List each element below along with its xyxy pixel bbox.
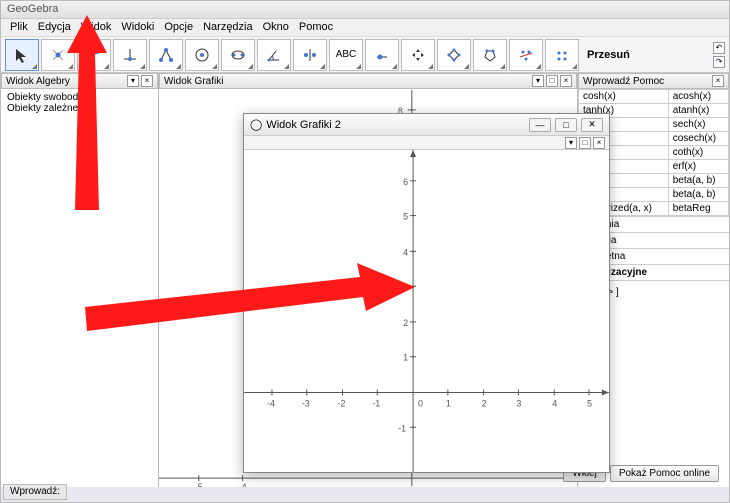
text-icon-label: ABC — [336, 49, 357, 60]
tool-extra1[interactable] — [437, 39, 471, 71]
help-title: Wprowadź Pomoc — [583, 76, 664, 87]
graphics-header: Widok Grafiki ▾□× — [159, 73, 577, 89]
menu-okno[interactable]: Okno — [258, 21, 294, 34]
tool-slider[interactable] — [365, 39, 399, 71]
input-bar[interactable]: Wprowadź: — [3, 484, 67, 500]
help-header: Wprowadź Pomoc × — [578, 73, 729, 89]
tool-extra3[interactable] — [509, 39, 543, 71]
svg-text:-4: -4 — [267, 398, 275, 408]
tool-extra4[interactable] — [545, 39, 579, 71]
menu-narzedzia[interactable]: Narzędzia — [198, 21, 258, 34]
maximize-icon[interactable]: □ — [555, 118, 577, 132]
algebra-menu-icon[interactable]: ▾ — [127, 75, 139, 87]
tool-circle[interactable] — [185, 39, 219, 71]
xtick-m5: -5 — [195, 482, 203, 487]
tool-text[interactable]: ABC — [329, 39, 363, 71]
graphics-max-icon[interactable]: □ — [546, 75, 558, 87]
graphics-title: Widok Grafiki — [164, 76, 223, 87]
algebra-close-icon[interactable]: × — [141, 75, 153, 87]
svg-text:-3: -3 — [302, 398, 310, 408]
app-title: GeoGebra — [7, 3, 58, 15]
svg-text:-2: -2 — [338, 398, 346, 408]
menu-pomoc[interactable]: Pomoc — [294, 21, 338, 34]
svg-text:2: 2 — [482, 398, 487, 408]
svg-text:1: 1 — [403, 353, 408, 363]
svg-text:4: 4 — [403, 247, 408, 257]
algebra-title: Widok Algebry — [6, 76, 70, 87]
tool-move-view[interactable] — [401, 39, 435, 71]
g2-close-icon[interactable]: × — [593, 137, 605, 149]
g2-menu-icon[interactable]: ▾ — [565, 137, 577, 149]
g2-max-icon[interactable]: □ — [579, 137, 591, 149]
help-online-button[interactable]: Pokaż Pomoc online — [610, 465, 719, 482]
graphics2-title: Widok Grafiki 2 — [266, 119, 341, 131]
menu-plik[interactable]: Plik — [5, 21, 33, 34]
tool-ellipse[interactable] — [221, 39, 255, 71]
close-icon[interactable]: ✕ — [581, 118, 603, 132]
tool-extra2[interactable] — [473, 39, 507, 71]
geogebra-icon: ◯ — [250, 118, 262, 131]
graphics-close-icon[interactable]: × — [560, 75, 572, 87]
menu-opcje[interactable]: Opcje — [159, 21, 198, 34]
toolbar-redo-icon[interactable]: ↷ — [713, 56, 725, 68]
toolbar-undo-icon[interactable]: ↶ — [713, 42, 725, 54]
svg-text:3: 3 — [516, 398, 521, 408]
svg-text:0: 0 — [418, 398, 423, 408]
svg-text:5: 5 — [403, 212, 408, 222]
table-row: cosh(x)acosh(x) — [579, 90, 729, 104]
tool-reflect[interactable] — [293, 39, 327, 71]
svg-text:6: 6 — [403, 177, 408, 187]
svg-text:4: 4 — [552, 398, 557, 408]
graphics-menu-icon[interactable]: ▾ — [532, 75, 544, 87]
annotation-arrow-2 — [85, 263, 415, 343]
annotation-arrow-1 — [67, 15, 127, 215]
graphics2-titlebar[interactable]: ◯ Widok Grafiki 2 — □ ✕ — [244, 114, 609, 136]
graphics2-subheader: ▾ □ × — [244, 136, 609, 150]
svg-text:-1: -1 — [372, 398, 380, 408]
input-label: Wprowadź: — [10, 486, 60, 497]
tool-move[interactable] — [5, 39, 39, 71]
tool-polygon[interactable] — [149, 39, 183, 71]
minimize-icon[interactable]: — — [529, 118, 551, 132]
svg-text:5: 5 — [587, 398, 592, 408]
tool-angle[interactable] — [257, 39, 291, 71]
toolbar-mode-label: Przesuń — [587, 49, 630, 61]
help-close-icon[interactable]: × — [712, 75, 724, 87]
svg-text:-1: -1 — [398, 423, 406, 433]
xtick-m4: -4 — [239, 482, 247, 487]
svg-text:1: 1 — [446, 398, 451, 408]
